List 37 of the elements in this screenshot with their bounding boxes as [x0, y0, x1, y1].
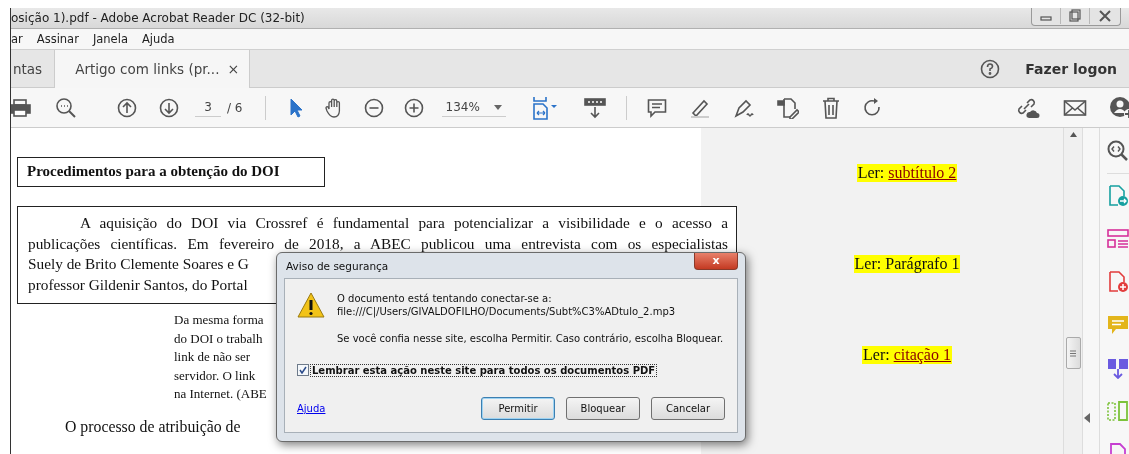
checkbox-label[interactable]: Lembrar esta ação neste site para todos os documentos PDF: [311, 364, 657, 376]
dialog-message: file:///C|/Users/GIVALDOFILHO/Documents/Subt%C3%ADtulo_2.mp3: [337, 306, 677, 317]
link-label: Ler: citação 1: [862, 346, 952, 364]
quote-line: do DOI o trabalh: [174, 329, 263, 348]
page-number-field[interactable]: 3: [195, 98, 221, 117]
paragraph-line: publicações científicas. Em fevereiro de 2018, a ABEC publicou uma entrevista com os especialistas: [28, 233, 728, 254]
quote-line: Da mesma forma: [174, 311, 264, 329]
document-tab[interactable]: Artigo com links (pr... ×: [55, 50, 251, 88]
document-link[interactable]: citação 1: [893, 346, 951, 363]
document-link[interactable]: subtítulo 2: [888, 164, 957, 181]
paragraph-line: O processo de atribuição de: [65, 417, 242, 436]
dialog-message: O documento está tentando conectar-se a:: [337, 293, 553, 304]
dialog-button[interactable]: Bloquear: [566, 397, 640, 420]
section-heading: Procedimentos para a obtenção do DOI: [17, 157, 325, 187]
close-button[interactable]: x: [694, 253, 738, 270]
help-link[interactable]: Ajuda: [297, 403, 470, 414]
page-count: / 6: [227, 100, 243, 115]
zoom-dropdown[interactable]: 134%: [441, 98, 506, 117]
dialog-button[interactable]: Permitir: [481, 397, 555, 420]
quote-line: link de não ser: [174, 348, 251, 366]
sign-in-link[interactable]: Fazer logon: [1025, 60, 1117, 77]
menu-item[interactable]: Janela: [92, 32, 128, 46]
menu-item[interactable]: Ajuda: [141, 32, 175, 46]
menu-item[interactable]: ar: [11, 32, 23, 46]
window-title: osição 1).pdf - Adobe Acrobat Reader DC (32-bit): [11, 11, 306, 25]
link-label: Ler: subtítulo 2: [856, 164, 958, 182]
quote-line: servidor. O link: [174, 366, 256, 385]
menu-item[interactable]: Assinar: [36, 32, 79, 46]
dialog-button[interactable]: Cancelar: [651, 397, 725, 420]
paragraph-line: A aquisição do DOI via Crossref é fundamental para potencializar a visibilidade e o acesso a: [79, 213, 728, 233]
link-label: Ler: Parágrafo 1: [853, 255, 961, 273]
dialog-title: Aviso de segurança: [285, 259, 390, 272]
quote-line: na Internet. (ABE: [174, 385, 267, 403]
paragraph-line: professor Gildenir Santos, do Portal: [28, 274, 248, 295]
close-tab-button[interactable]: ×: [227, 61, 240, 77]
paragraph-line: Suely de Brito Clemente Soares e G: [28, 254, 249, 274]
dialog-message: Se você confia nesse site, escolha Permitir. Caso contrário, escolha Bloquear.: [337, 333, 724, 344]
